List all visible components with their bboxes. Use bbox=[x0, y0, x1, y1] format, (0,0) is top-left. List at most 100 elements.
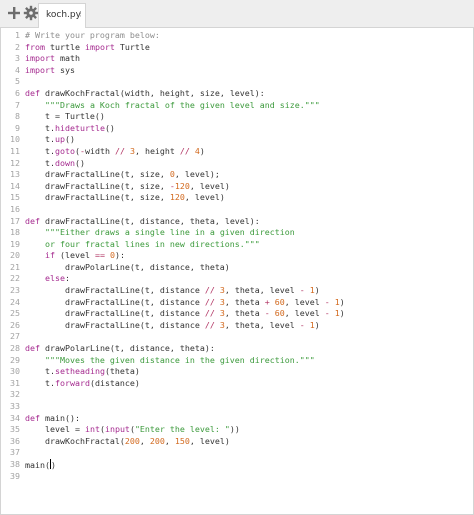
gear-icon[interactable] bbox=[23, 5, 39, 21]
code-line[interactable]: 25 drawFractalLine(t, distance // 3, the… bbox=[1, 308, 473, 320]
code-line[interactable]: 9 t.hideturtle() bbox=[1, 123, 473, 135]
code-token: turtle bbox=[44, 41, 85, 52]
code-text: drawFractalLine(t, distance // 3, theta … bbox=[25, 297, 345, 309]
code-token: import bbox=[84, 41, 115, 52]
code-text: """Draws a Koch fractal of the given lev… bbox=[25, 100, 320, 112]
code-token: down bbox=[54, 157, 75, 168]
code-line[interactable]: 2 from turtle import Turtle bbox=[1, 42, 473, 54]
code-line[interactable]: 28 def drawPolarLine(t, distance, theta): bbox=[1, 343, 473, 355]
code-line[interactable]: 5 bbox=[1, 76, 473, 88]
line-number: 1 bbox=[15, 30, 20, 40]
line-number: 8 bbox=[15, 111, 20, 122]
code-text: if (level == 0): bbox=[25, 250, 125, 262]
line-number: 38 bbox=[10, 458, 20, 469]
code-token: def bbox=[25, 343, 40, 354]
code-line[interactable]: 32 bbox=[1, 389, 473, 401]
code-text: import sys bbox=[25, 65, 75, 77]
code-line[interactable]: 7 """Draws a Koch fractal of the given l… bbox=[1, 100, 473, 112]
code-token: drawFractalLine(t, size, bbox=[25, 180, 170, 191]
code-line[interactable]: 6 def drawKochFractal(width, height, size… bbox=[1, 88, 473, 100]
code-token: drawPolarLine(t, distance, theta): bbox=[40, 343, 215, 354]
code-line[interactable]: 29 """Moves the given distance in the gi… bbox=[1, 355, 473, 367]
code-line[interactable]: 21 drawPolarLine(t, distance, theta) bbox=[1, 262, 473, 274]
code-text: t = Turtle() bbox=[25, 111, 105, 123]
line-number: 10 bbox=[10, 134, 20, 145]
code-token: 200 bbox=[124, 435, 140, 446]
code-line[interactable]: 10 t.up() bbox=[1, 134, 473, 146]
code-editor[interactable]: 1 # Write your program below: 2 from turtle… bbox=[0, 28, 474, 515]
code-text: t.hideturtle() bbox=[25, 123, 115, 135]
code-line[interactable]: 17 def drawFractalLine(t, distance, theta… bbox=[1, 216, 473, 228]
plus-icon[interactable] bbox=[6, 5, 22, 21]
code-line[interactable]: 27 bbox=[1, 331, 473, 343]
code-line[interactable]: 35 level = int(input("Enter the level: "… bbox=[1, 424, 473, 436]
code-token: hideturtle bbox=[54, 122, 105, 133]
code-token: drawFractalLine(t, distance bbox=[25, 285, 205, 296]
code-text: """Either draws a single line in a given… bbox=[25, 227, 295, 239]
code-line[interactable]: 3 import math bbox=[1, 53, 473, 65]
code-line[interactable]: 38 main() bbox=[1, 458, 473, 471]
code-line[interactable]: 13 drawFractalLine(t, size, 0, level); bbox=[1, 169, 473, 181]
line-number: 33 bbox=[10, 401, 20, 411]
code-line[interactable]: 16 bbox=[1, 204, 473, 216]
code-line[interactable]: 14 drawFractalLine(t, size, -120, level) bbox=[1, 181, 473, 193]
code-line[interactable]: 11 t.goto(-width // 3, height // 4) bbox=[1, 146, 473, 158]
code-token: goto bbox=[54, 145, 75, 156]
line-number: 27 bbox=[10, 331, 20, 342]
code-line[interactable]: 19 or four fractal lines in new directio… bbox=[1, 239, 473, 251]
code-line[interactable]: 20 if (level == 0): bbox=[1, 250, 473, 262]
code-token: drawKochFractal(width, height, size, lev… bbox=[40, 87, 265, 98]
line-number: 28 bbox=[10, 343, 20, 354]
code-line[interactable]: 33 bbox=[1, 401, 473, 413]
line-number: 24 bbox=[10, 296, 20, 307]
code-text: drawPolarLine(t, distance, theta) bbox=[25, 262, 230, 274]
code-line[interactable]: 8 t = Turtle() bbox=[1, 111, 473, 123]
code-lines: 1 # Write your program below: 2 from turtle… bbox=[1, 30, 473, 482]
code-line[interactable]: 30 t.setheading(theta) bbox=[1, 366, 473, 378]
tab-koch-py[interactable]: koch.py ⁝ bbox=[38, 3, 86, 28]
code-text: level = int(input("Enter the level: ")) bbox=[25, 424, 240, 436]
code-line[interactable]: 24 drawFractalLine(t, distance // 3, the… bbox=[1, 297, 473, 309]
code-token: drawFractalLine(t, size, bbox=[25, 169, 170, 180]
code-text: # Write your program below: bbox=[25, 30, 160, 42]
code-token: drawFractalLine(t, distance bbox=[25, 296, 205, 307]
code-line[interactable]: 1 # Write your program below: bbox=[1, 30, 473, 42]
code-token: forward bbox=[54, 377, 90, 388]
code-token: ) bbox=[314, 319, 320, 330]
code-line[interactable]: 39 bbox=[1, 471, 473, 483]
code-token: , bbox=[139, 435, 150, 446]
code-line[interactable]: 15 drawFractalLine(t, size, 120, level) bbox=[1, 192, 473, 204]
code-token: main(): bbox=[40, 412, 80, 423]
code-line[interactable]: 31 t.forward(distance) bbox=[1, 378, 473, 390]
code-token: math bbox=[54, 53, 80, 64]
code-line[interactable]: 4 import sys bbox=[1, 65, 473, 77]
tab-menu-icon[interactable]: ⁝ bbox=[79, 9, 82, 21]
code-line[interactable]: 37 bbox=[1, 447, 473, 459]
code-line[interactable]: 12 t.down() bbox=[1, 158, 473, 170]
code-token: // bbox=[204, 296, 215, 307]
code-token: def bbox=[25, 412, 40, 423]
code-token: ) bbox=[199, 145, 205, 156]
code-line[interactable]: 26 drawFractalLine(t, distance // 3, the… bbox=[1, 320, 473, 332]
code-line[interactable]: 22 else: bbox=[1, 273, 473, 285]
code-line[interactable]: 18 """Either draws a single line in a gi… bbox=[1, 227, 473, 239]
code-text: drawKochFractal(200, 200, 150, level) bbox=[25, 436, 230, 448]
code-token: t = Turtle() bbox=[25, 111, 105, 122]
code-token: 60 bbox=[274, 308, 285, 319]
code-text: drawFractalLine(t, size, 120, level) bbox=[25, 192, 225, 204]
code-text: import math bbox=[25, 53, 80, 65]
line-number: 7 bbox=[15, 99, 20, 110]
code-token: # Write your program below: bbox=[25, 30, 160, 40]
code-line[interactable]: 34 def main(): bbox=[1, 413, 473, 425]
code-text: from turtle import Turtle bbox=[25, 42, 150, 54]
code-token: ): bbox=[114, 250, 125, 261]
code-text: drawFractalLine(t, size, -120, level) bbox=[25, 181, 230, 193]
code-token: main( bbox=[25, 459, 50, 470]
code-line[interactable]: 36 drawKochFractal(200, 200, 150, level) bbox=[1, 436, 473, 448]
code-token: )) bbox=[229, 424, 240, 435]
code-text: t.forward(distance) bbox=[25, 378, 140, 390]
code-line[interactable]: 23 drawFractalLine(t, distance // 3, the… bbox=[1, 285, 473, 297]
